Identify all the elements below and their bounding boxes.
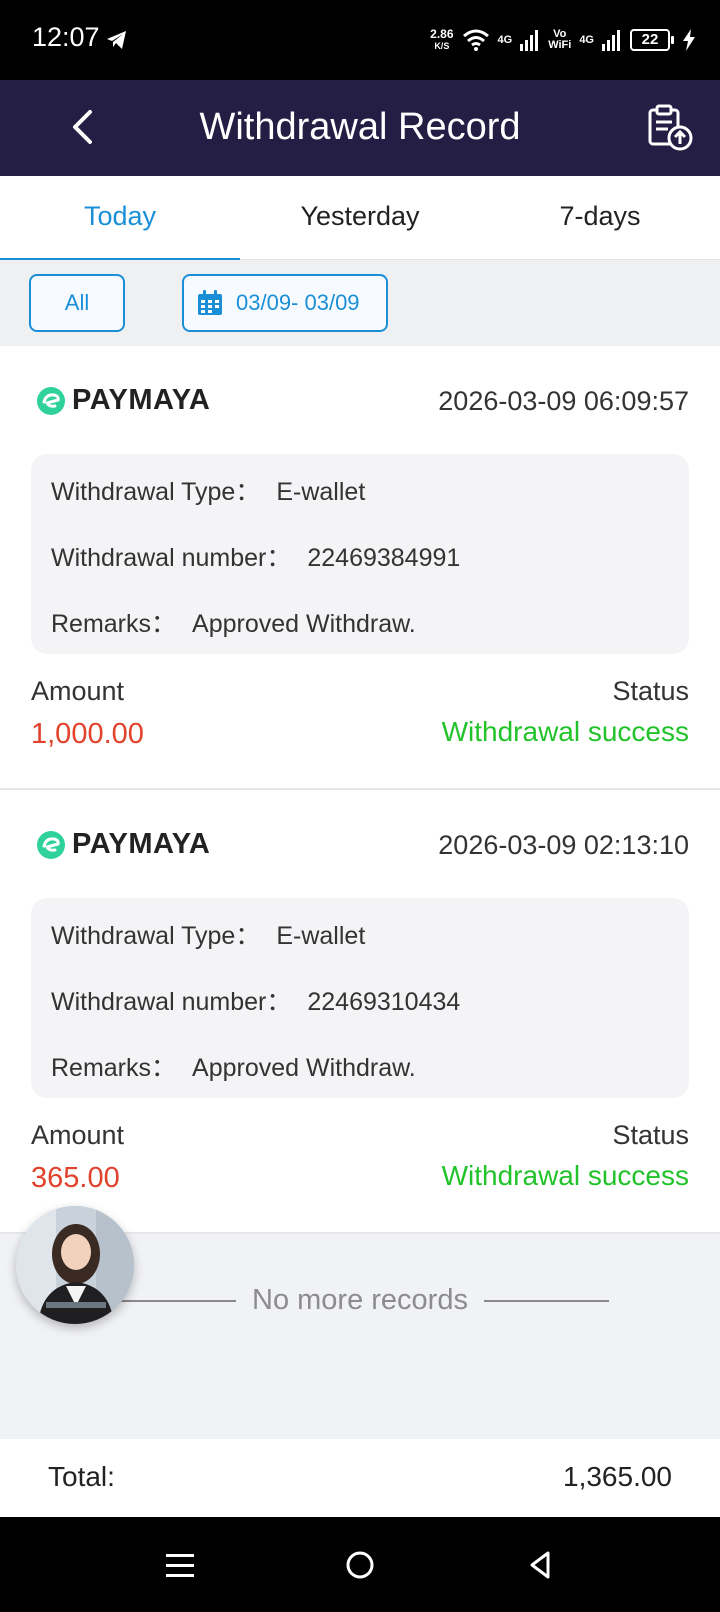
- page-title: Withdrawal Record: [199, 106, 521, 148]
- remarks-label: Remarks：: [51, 1054, 177, 1082]
- net-speed-unit: K/S: [434, 41, 450, 51]
- signal-1-icon: [520, 30, 539, 51]
- withdrawal-number-value: 22469310434: [307, 988, 461, 1016]
- paymaya-logo-icon: [37, 830, 65, 859]
- record-details: Withdrawal Type： E-wallet Withdrawal numb…: [31, 454, 689, 654]
- paymaya-logo-icon: [37, 386, 65, 415]
- record-brand: PAYMAYA: [36, 828, 210, 861]
- home-circle-icon[interactable]: [340, 1545, 380, 1585]
- app-header: Withdrawal Record: [0, 80, 720, 176]
- amount-value: 1,000.00: [31, 718, 144, 750]
- remarks-label: Remarks：: [51, 610, 177, 638]
- menu-icon[interactable]: [160, 1545, 200, 1585]
- total-bar: Total: 1,365.00: [0, 1439, 720, 1517]
- date-range-label: 03/09- 03/09: [236, 290, 360, 315]
- filter-bar: All 03/09- 03/09: [0, 260, 720, 346]
- support-avatar[interactable]: [16, 1206, 134, 1324]
- signal-2-label: 4G: [579, 33, 594, 46]
- divider-left: [111, 1299, 237, 1302]
- net-speed-value: 2.86: [430, 27, 454, 41]
- clipboard-upload-icon[interactable]: [644, 102, 694, 152]
- status-time: 12:07: [32, 22, 100, 52]
- record-time: 2026-03-09 02:13:10: [438, 830, 689, 860]
- total-value: 1,365.00: [563, 1461, 672, 1492]
- wifi-icon: [462, 29, 489, 51]
- calendar-icon: [198, 290, 222, 315]
- charging-icon: [683, 29, 695, 51]
- brand-name: PAYMAYA: [72, 384, 211, 416]
- withdrawal-number-label: Withdrawal number：: [51, 988, 292, 1016]
- date-tabs: Today Yesterday 7-days: [0, 176, 720, 261]
- tab-yesterday[interactable]: Yesterday: [240, 176, 480, 259]
- record-details: Withdrawal Type： E-wallet Withdrawal numb…: [31, 898, 689, 1098]
- record-time: 2026-03-09 06:09:57: [438, 386, 689, 416]
- status-label: Status: [612, 1120, 689, 1150]
- withdrawal-number-row: Withdrawal number： 22469310434: [51, 982, 460, 1018]
- status-value: Withdrawal success: [441, 1160, 689, 1191]
- signal-2-icon: [602, 30, 620, 51]
- volte-wifi: Vo WiFi: [548, 29, 571, 51]
- withdrawal-type-label: Withdrawal Type：: [51, 478, 261, 506]
- amount-label: Amount: [31, 1120, 125, 1150]
- withdrawal-type-value: E-wallet: [276, 922, 366, 950]
- divider-right: [483, 1299, 609, 1302]
- withdrawal-number-value: 22469384991: [307, 544, 461, 572]
- record-card[interactable]: PAYMAYA 2026-03-09 02:13:10 Withdrawal T…: [0, 790, 720, 1234]
- withdrawal-type-label: Withdrawal Type：: [51, 922, 261, 950]
- system-nav-bar: [0, 1517, 720, 1612]
- remarks-value: Approved Withdraw.: [192, 610, 416, 638]
- tab-7-days[interactable]: 7-days: [480, 176, 720, 259]
- filter-all-button[interactable]: All: [29, 274, 125, 332]
- status-indicators: 2.86 K/S 4G Vo WiFi 4G 22: [430, 20, 696, 60]
- record-card[interactable]: PAYMAYA 2026-03-09 06:09:57 Withdrawal T…: [0, 346, 720, 790]
- brand-name: PAYMAYA: [72, 828, 211, 860]
- remarks-row: Remarks： Approved Withdraw.: [51, 1048, 416, 1084]
- withdrawal-number-label: Withdrawal number：: [51, 544, 292, 572]
- amount-label: Amount: [31, 676, 125, 706]
- date-range-button[interactable]: 03/09- 03/09: [182, 274, 388, 332]
- withdrawal-type-value: E-wallet: [276, 478, 366, 506]
- status-bar: 12:07 2.86 K/S 4G Vo WiFi 4G 22: [0, 0, 720, 80]
- back-triangle-icon[interactable]: [520, 1545, 560, 1585]
- battery-icon: 22: [630, 29, 674, 51]
- total-label: Total:: [48, 1461, 115, 1492]
- telegram-icon: [107, 31, 126, 49]
- remarks-value: Approved Withdraw.: [192, 1054, 416, 1082]
- signal-1-label: 4G: [497, 33, 513, 46]
- agent-avatar-icon: [16, 1206, 134, 1324]
- withdrawal-type-row: Withdrawal Type： E-wallet: [51, 916, 365, 952]
- status-value: Withdrawal success: [441, 716, 689, 747]
- remarks-row: Remarks： Approved Withdraw.: [51, 604, 416, 640]
- net-speed: 2.86 K/S: [430, 28, 453, 52]
- amount-value: 365.00: [31, 1162, 120, 1194]
- status-label: Status: [612, 676, 689, 706]
- record-brand: PAYMAYA: [36, 384, 210, 417]
- volte-bottom: WiFi: [548, 39, 572, 51]
- tab-today[interactable]: Today: [0, 176, 240, 261]
- withdrawal-type-row: Withdrawal Type： E-wallet: [51, 472, 365, 508]
- withdrawal-number-row: Withdrawal number： 22469384991: [51, 538, 460, 574]
- no-more-records-label: No more records: [252, 1284, 468, 1316]
